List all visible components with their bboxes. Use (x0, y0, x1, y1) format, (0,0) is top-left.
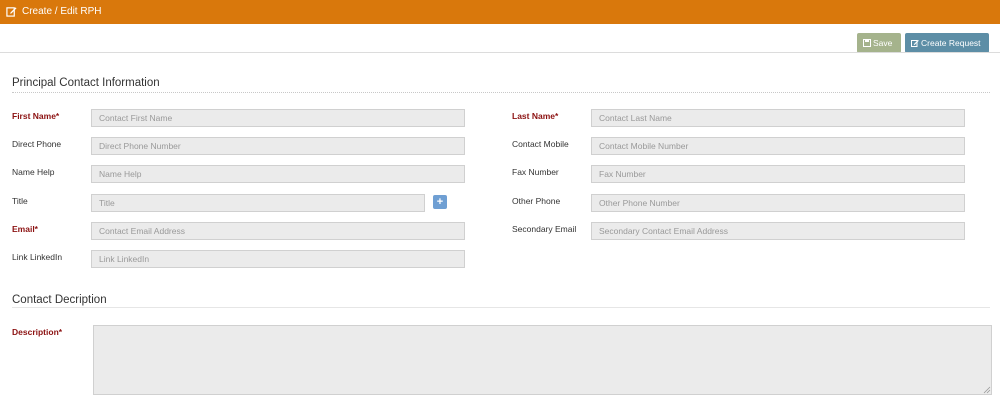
secondary-email-label: Secondary Email (512, 224, 577, 234)
section-divider (12, 92, 990, 93)
create-request-button[interactable]: Create Request (905, 33, 989, 53)
save-icon (863, 39, 871, 47)
other-phone-label: Other Phone (512, 196, 561, 206)
title-input[interactable] (91, 194, 425, 212)
name-help-input[interactable] (91, 165, 465, 183)
other-phone-input[interactable] (591, 194, 965, 212)
linkedin-input[interactable] (91, 250, 465, 268)
save-button[interactable]: Save (857, 33, 901, 53)
linkedin-label: Link LinkedIn (12, 252, 63, 262)
first-name-input[interactable] (91, 109, 465, 127)
edit-icon (6, 7, 17, 17)
last-name-input[interactable] (591, 109, 965, 127)
add-title-button[interactable]: + (433, 195, 447, 209)
last-name-label: Last Name* (512, 111, 559, 121)
description-textarea[interactable] (93, 325, 992, 395)
create-request-label: Create Request (921, 38, 981, 48)
contact-mobile-label: Contact Mobile (512, 139, 569, 149)
first-name-label: First Name* (12, 111, 60, 121)
fax-number-input[interactable] (591, 165, 965, 183)
name-help-label: Name Help (12, 167, 55, 177)
edit-icon (911, 40, 919, 47)
page-header: Create / Edit RPH (0, 0, 1000, 24)
fax-number-label: Fax Number (512, 167, 559, 177)
description-label: Description* (12, 327, 63, 337)
resize-grip-icon[interactable] (983, 386, 991, 394)
header-divider (0, 52, 1000, 53)
direct-phone-input[interactable] (91, 137, 465, 155)
principal-contact-heading: Principal Contact Information (12, 77, 160, 89)
contact-description-heading: Contact Decription (12, 294, 107, 306)
secondary-email-input[interactable] (591, 222, 965, 240)
email-label: Email* (12, 224, 38, 234)
page-title: Create / Edit RPH (22, 6, 102, 17)
title-label: Title (12, 196, 28, 206)
contact-mobile-input[interactable] (591, 137, 965, 155)
email-input[interactable] (91, 222, 465, 240)
direct-phone-label: Direct Phone (12, 139, 62, 149)
save-button-label: Save (873, 38, 893, 48)
section-divider (12, 307, 990, 308)
